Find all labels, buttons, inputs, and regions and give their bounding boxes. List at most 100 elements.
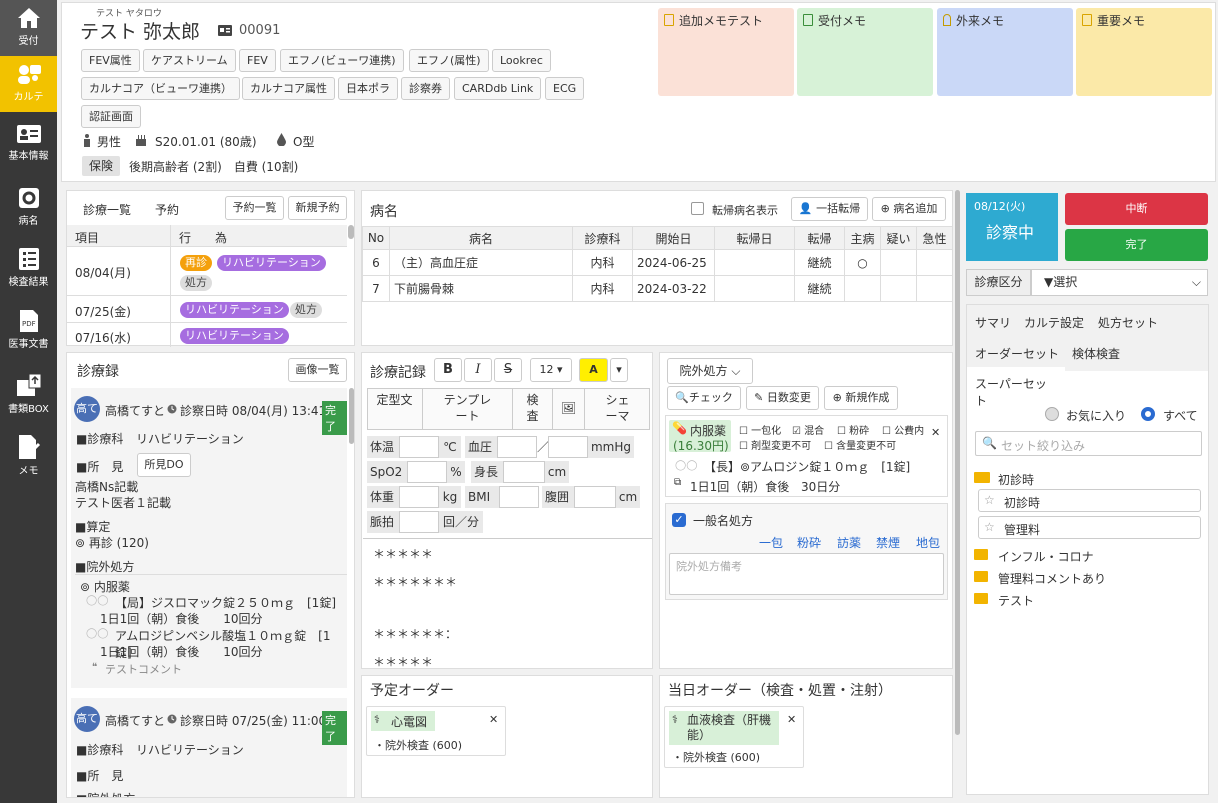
italic-button[interactable]: I	[464, 358, 492, 382]
insurance-label[interactable]: 保険	[82, 156, 121, 176]
sidebar-item-document-box[interactable]: 書類BOX	[0, 366, 57, 422]
new-reservation-button[interactable]: 新規予約	[288, 196, 347, 220]
temperature-input[interactable]	[399, 436, 439, 458]
scrollbar[interactable]	[955, 190, 960, 735]
reservation-list-button[interactable]: 予約一覧	[225, 196, 284, 220]
order-card[interactable]: ⚕ 心電図 ✕ ・院外検査 (600)	[366, 706, 506, 756]
memo-card[interactable]: 重要メモ	[1076, 8, 1212, 96]
table-row[interactable]: 07/16(水) リハビリテーション	[67, 324, 347, 346]
new-rx-button[interactable]: ⊕ 新規作成	[824, 386, 898, 410]
radio-all[interactable]	[1141, 407, 1155, 421]
tag-button[interactable]: 診察券	[401, 77, 450, 100]
table-row[interactable]: 07/25(金) リハビリテーション 処方	[67, 297, 347, 323]
tag-button[interactable]: 日本ポラ	[338, 77, 398, 100]
radio-favorites[interactable]	[1045, 407, 1059, 421]
tag-button[interactable]: ケアストリーム	[143, 49, 236, 72]
change-days-button[interactable]: ✎ 日数変更	[746, 386, 819, 410]
scrollbar[interactable]	[348, 225, 354, 239]
strike-button[interactable]: S	[494, 358, 522, 382]
finding-do-button[interactable]: 所見DO	[137, 453, 191, 477]
tag-button[interactable]: カルナコア（ビューワ連携）	[81, 77, 240, 100]
tab-reservation[interactable]: 予約	[155, 201, 179, 218]
tag-button[interactable]: CARDdb Link	[454, 77, 542, 100]
close-icon[interactable]: ✕	[787, 713, 796, 726]
prescription-type-select[interactable]: 院外処方 ⌵	[667, 358, 753, 384]
scrollbar[interactable]	[349, 388, 354, 444]
star-icon[interactable]: ☆	[984, 520, 995, 534]
rx-option-link[interactable]: 訪薬	[837, 534, 861, 551]
bp-diastolic-input[interactable]	[548, 436, 588, 458]
image-list-button[interactable]: 画像一覧	[288, 358, 347, 382]
tab-schema[interactable]: シェーマ	[585, 388, 650, 430]
highlight-button[interactable]: A	[579, 358, 608, 382]
table-row[interactable]: 7 下前腸骨棘 内科 2024-03-22 継続	[362, 275, 953, 302]
generic-checkbox[interactable]: ✓	[672, 513, 686, 527]
option-checkbox[interactable]: ☑ 混合	[792, 422, 824, 437]
bp-systolic-input[interactable]	[497, 436, 537, 458]
sidebar-item-documents[interactable]: PDF 医事文書	[0, 303, 57, 359]
tag-button[interactable]: FEV属性	[81, 49, 140, 72]
folder-label[interactable]: インフル・コロナ	[998, 548, 1094, 565]
sidebar-item-reception[interactable]: 受付	[0, 0, 57, 56]
folder-label[interactable]: 管理料コメントあり	[998, 570, 1106, 587]
record-text-area[interactable]: ＊＊＊＊＊ ＊＊＊＊＊＊＊ ＊＊＊＊＊＊： ＊＊＊＊＊	[363, 538, 652, 669]
spo2-input[interactable]	[407, 461, 447, 483]
suspend-button[interactable]: 中断	[1065, 193, 1208, 225]
tag-button[interactable]: エフノ(属性)	[409, 49, 489, 72]
tab-rx-set[interactable]: 処方セット	[1098, 314, 1158, 331]
close-icon[interactable]: ✕	[489, 713, 498, 726]
folder-label[interactable]: 初診時	[998, 471, 1034, 488]
bold-button[interactable]: B	[434, 358, 462, 382]
star-icon[interactable]: ☆	[984, 493, 995, 507]
tag-button[interactable]: エフノ(ビューワ連携)	[280, 49, 404, 72]
option-checkbox[interactable]: ☐ 公費内	[882, 422, 924, 437]
weight-input[interactable]	[399, 486, 439, 508]
font-size-select[interactable]: 12 ▾	[530, 358, 572, 382]
close-icon[interactable]: ✕	[931, 426, 940, 439]
tab-image[interactable]: 🖼	[553, 388, 585, 430]
add-disease-button[interactable]: ⊕ 病名追加	[872, 197, 946, 221]
tag-button[interactable]: FEV	[239, 49, 276, 72]
bmi-input[interactable]	[499, 486, 539, 508]
height-input[interactable]	[503, 461, 545, 483]
show-outcome-checkbox[interactable]	[691, 202, 704, 215]
check-button[interactable]: 🔍チェック	[667, 386, 741, 410]
set-search-input[interactable]: 🔍 セット絞り込み	[975, 431, 1202, 456]
option-checkbox[interactable]: ☐ 剤型変更不可	[739, 437, 811, 452]
memo-card[interactable]: 追加メモテスト	[658, 8, 794, 96]
tab-exam[interactable]: 検査	[513, 388, 553, 430]
category-select[interactable]: ▼選択 ⌵	[1031, 269, 1208, 296]
tag-button[interactable]: カルナコア属性	[242, 77, 335, 100]
sidebar-item-basic-info[interactable]: 基本情報	[0, 117, 57, 173]
folder-label[interactable]: テスト	[998, 592, 1034, 609]
rx-option-link[interactable]: 粉砕	[797, 534, 821, 551]
tag-button[interactable]: 認証画面	[81, 105, 141, 128]
set-item[interactable]: ☆ 管理料	[978, 516, 1201, 539]
sidebar-item-disease[interactable]: 病名	[0, 180, 57, 236]
memo-card[interactable]: 外来メモ	[937, 8, 1073, 96]
rx-option-link[interactable]: 地包	[916, 534, 940, 551]
tab-summary[interactable]: サマリ	[975, 314, 1011, 331]
tab-template[interactable]: テンプレート	[423, 388, 513, 430]
option-checkbox[interactable]: ☐ 粉砕	[837, 422, 869, 437]
tab-karte-settings[interactable]: カルテ設定	[1024, 314, 1084, 331]
option-checkbox[interactable]: ☐ 含量変更不可	[824, 437, 896, 452]
memo-card[interactable]: 受付メモ	[797, 8, 933, 96]
table-row[interactable]: 6 （主）高血圧症 内科 2024-06-25 継続 ○	[362, 249, 953, 276]
highlight-dropdown[interactable]: ▾	[610, 358, 628, 382]
tab-super-set[interactable]: スーパーセット	[967, 367, 1065, 408]
tab-specimen-test[interactable]: 検体検査	[1072, 345, 1120, 362]
tab-visit-list[interactable]: 診療一覧	[83, 201, 131, 218]
rx-option-link[interactable]: 一包	[759, 534, 783, 551]
tag-button[interactable]: Lookrec	[492, 49, 551, 72]
option-checkbox[interactable]: ☐ 一包化	[739, 422, 781, 437]
tag-button[interactable]: ECG	[545, 77, 585, 100]
set-item[interactable]: ☆ 初診時	[978, 489, 1201, 512]
sidebar-item-test-results[interactable]: 検査結果	[0, 241, 57, 297]
rx-option-link[interactable]: 禁煙	[876, 534, 900, 551]
waist-input[interactable]	[574, 486, 616, 508]
tab-order-set[interactable]: オーダーセット	[975, 345, 1059, 362]
pulse-input[interactable]	[399, 511, 439, 533]
bulk-outcome-button[interactable]: 👤 一括転帰	[791, 197, 868, 221]
table-row[interactable]: 08/04(月) 再診 リハビリテーション 処方	[67, 248, 347, 296]
